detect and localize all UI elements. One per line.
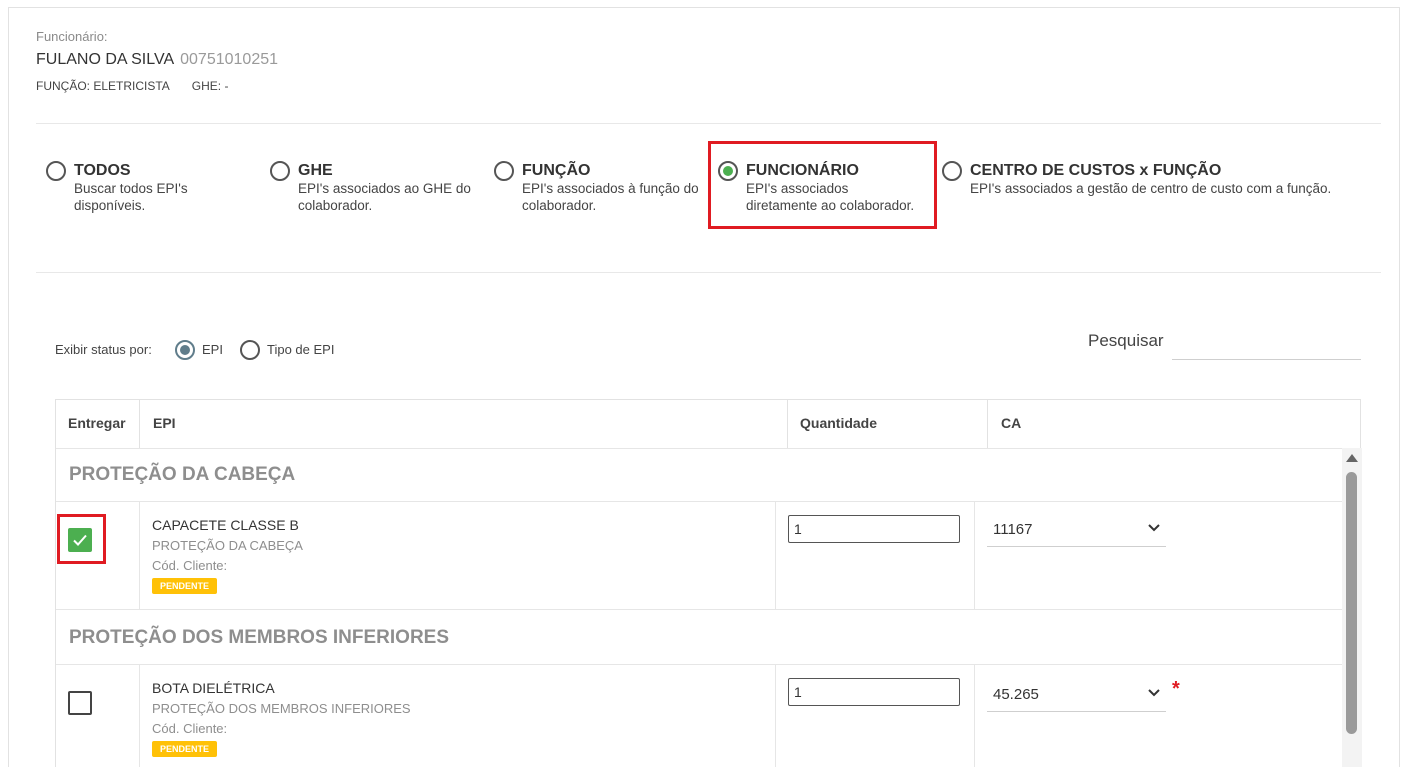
- required-marker: *: [1172, 678, 1180, 700]
- cell-divider: [775, 665, 776, 767]
- group-title: PROTEÇÃO DOS MEMBROS INFERIORES: [69, 627, 450, 648]
- header-divider: [56, 448, 1362, 449]
- cell-divider: [139, 502, 140, 609]
- chevron-down-icon: [1148, 689, 1160, 697]
- scrollbar[interactable]: [1342, 448, 1362, 767]
- search-label: Pesquisar: [1088, 331, 1164, 350]
- filter-desc-line: Buscar todos EPI's: [74, 181, 188, 196]
- cell-divider: [974, 502, 975, 609]
- filter-desc-line: colaborador.: [522, 197, 597, 213]
- scrollbar-thumb[interactable]: [1346, 472, 1357, 734]
- employee-funcao: FUNÇÃO: ELETRICISTA: [36, 79, 170, 93]
- column-divider: [139, 400, 140, 448]
- filter-desc-line: EPI's associados à função do: [522, 181, 699, 196]
- filter-desc: Buscar todos EPI's disponíveis.: [74, 181, 274, 214]
- divider: [36, 272, 1381, 273]
- epi-table: Entregar EPI Quantidade CA PROTEÇÃO DA C…: [55, 399, 1362, 767]
- filter-title: FUNÇÃO: [522, 162, 591, 179]
- radio-status-tipo-epi[interactable]: [240, 340, 260, 360]
- status-option-tipo-epi-label: Tipo de EPI: [267, 342, 335, 357]
- epi-category: PROTEÇÃO DA CABEÇA: [152, 538, 303, 553]
- epi-client-code: Cód. Cliente:: [152, 558, 228, 573]
- column-header-entregar[interactable]: Entregar: [56, 400, 139, 448]
- epi-client-code: Cód. Cliente:: [152, 721, 228, 736]
- filter-desc-line: disponíveis.: [74, 197, 146, 213]
- status-option-epi-label: EPI: [202, 342, 223, 357]
- ca-value: 45.265: [993, 686, 1039, 703]
- ca-select[interactable]: 11167: [987, 515, 1166, 547]
- employee-id: 00751010251: [180, 51, 279, 68]
- radio-funcao[interactable]: [494, 161, 514, 181]
- employee-meta: FUNÇÃO: ELETRICISTA GHE: -: [36, 79, 228, 93]
- quantity-input[interactable]: [788, 515, 960, 543]
- quantity-input[interactable]: [788, 678, 960, 706]
- column-header-quantidade[interactable]: Quantidade: [788, 400, 988, 448]
- row-divider: [56, 664, 1342, 665]
- search-input[interactable]: [1172, 322, 1361, 360]
- employee-name: FULANO DA SILVA: [36, 51, 175, 68]
- chevron-down-icon: [1148, 524, 1160, 532]
- epi-name: CAPACETE CLASSE B: [152, 517, 299, 533]
- row-divider: [56, 501, 1342, 502]
- cell-divider: [139, 665, 140, 767]
- column-header-ca[interactable]: CA: [989, 400, 1339, 448]
- row-divider: [56, 609, 1342, 610]
- divider: [36, 123, 1381, 124]
- radio-centro-custos[interactable]: [942, 161, 962, 181]
- filter-desc-line: EPI's associados a gestão de centro de c…: [970, 181, 1332, 196]
- deliver-checkbox[interactable]: [68, 691, 92, 715]
- filter-title: CENTRO DE CUSTOS x FUNÇÃO: [970, 162, 1222, 179]
- filter-title: TODOS: [74, 162, 131, 179]
- employee-name-line: FULANO DA SILVA 00751010251: [36, 51, 278, 69]
- group-title: PROTEÇÃO DA CABEÇA: [69, 464, 296, 485]
- cell-divider: [974, 665, 975, 767]
- highlight-box-funcionario: [708, 141, 937, 229]
- filter-desc: EPI's associados ao GHE do colaborador.: [298, 181, 498, 214]
- status-badge: PENDENTE: [152, 741, 218, 757]
- ca-select[interactable]: 45.265: [987, 680, 1166, 712]
- filter-desc: EPI's associados à função do colaborador…: [522, 181, 722, 214]
- status-label: Exibir status por:: [55, 342, 152, 357]
- epi-category: PROTEÇÃO DOS MEMBROS INFERIORES: [152, 701, 411, 716]
- employee-ghe: GHE: -: [191, 79, 229, 93]
- radio-status-epi[interactable]: [175, 340, 195, 360]
- filter-desc: EPI's associados a gestão de centro de c…: [970, 181, 1390, 198]
- radio-todos[interactable]: [46, 161, 66, 181]
- ca-value: 11167: [993, 521, 1033, 538]
- column-divider: [987, 400, 988, 448]
- filter-desc-line: colaborador.: [298, 197, 373, 213]
- cell-divider: [775, 502, 776, 609]
- employee-label: Funcionário:: [36, 29, 108, 44]
- epi-name: BOTA DIELÉTRICA: [152, 680, 275, 696]
- scroll-up-arrow-icon[interactable]: [1346, 454, 1358, 462]
- column-header-epi[interactable]: EPI: [141, 400, 786, 448]
- status-badge: PENDENTE: [152, 578, 218, 594]
- filter-desc-line: EPI's associados ao GHE do: [298, 181, 471, 196]
- radio-ghe[interactable]: [270, 161, 290, 181]
- highlight-box-checkbox: [57, 514, 106, 564]
- filter-title: GHE: [298, 162, 333, 179]
